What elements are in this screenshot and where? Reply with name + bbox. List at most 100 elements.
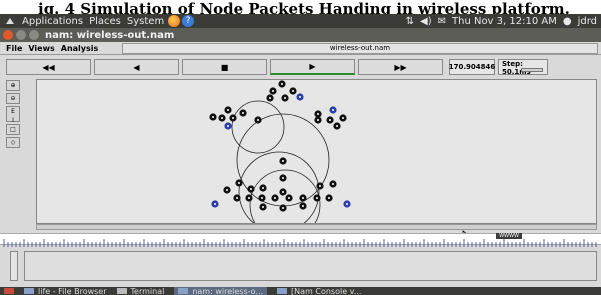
node-center-dot	[302, 197, 304, 199]
volume-icon[interactable]: ◀)	[420, 16, 432, 27]
node-center-dot	[238, 182, 240, 184]
node-center-dot	[226, 189, 228, 191]
node-center-dot	[214, 203, 216, 205]
node-center-dot	[319, 185, 321, 187]
folder-icon	[24, 288, 34, 294]
node-center-dot	[282, 207, 284, 209]
node-center-dot	[274, 197, 276, 199]
node-center-dot	[328, 197, 330, 199]
zoom-in-icon[interactable]: ⊕	[6, 80, 20, 91]
node-center-dot	[212, 116, 214, 118]
fast-forward-button[interactable]: ▶▶	[358, 59, 443, 75]
minimize-window-button[interactable]	[16, 30, 26, 40]
menu-views[interactable]: Views	[28, 44, 54, 53]
node-center-dot	[262, 187, 264, 189]
firefox-icon[interactable]	[168, 15, 181, 27]
node-center-dot	[346, 203, 348, 205]
task-nam-window[interactable]: nam: wireless-o...	[174, 287, 268, 295]
step-slider[interactable]	[521, 68, 543, 72]
node-center-dot	[342, 117, 344, 119]
node-center-dot	[281, 83, 283, 85]
window-title: nam: wireless-out.nam	[45, 29, 175, 41]
node-center-dot	[227, 125, 229, 127]
step-back-button[interactable]: ◀	[94, 59, 179, 75]
menu-file[interactable]: File	[6, 44, 22, 53]
bottom-taskbar: life - File Browser Terminal nam: wirele…	[0, 287, 601, 295]
task-label: life - File Browser	[38, 287, 107, 295]
help-icon[interactable]: ?	[182, 15, 195, 27]
node-center-dot	[292, 90, 294, 92]
monitor-panel	[24, 251, 597, 281]
horizontal-scrollbar[interactable]	[36, 224, 597, 230]
task-label: [Nam Console v...	[291, 287, 362, 295]
node-center-dot	[332, 183, 334, 185]
zoom-out-icon[interactable]: ⊖	[6, 93, 20, 104]
node-center-dot	[262, 206, 264, 208]
close-window-button[interactable]	[3, 30, 13, 40]
network-animation-canvas[interactable]	[36, 79, 597, 224]
gnome-foot-icon[interactable]	[4, 16, 16, 26]
play-button[interactable]: ▶	[270, 59, 355, 75]
edit-icon[interactable]: EI	[6, 106, 20, 124]
playback-controls: ◀◀ ◀ ■ ▶ ▶▶ 170.904846 Step: 50.1ms	[0, 56, 601, 78]
node-center-dot	[336, 125, 338, 127]
time-display: 170.904846	[449, 59, 495, 75]
node-center-dot	[302, 205, 304, 207]
step-control[interactable]: Step: 50.1ms	[498, 59, 548, 76]
task-label: Terminal	[130, 287, 165, 295]
node-center-dot	[221, 117, 223, 119]
node-center-dot	[282, 177, 284, 179]
node-center-dot	[299, 96, 301, 98]
top-panel: Applications Places System ? ⇅ ◀) ✉ Thu …	[0, 14, 601, 28]
node-center-dot	[242, 112, 244, 114]
terminal-icon	[116, 288, 127, 294]
rewind-button[interactable]: ◀◀	[6, 59, 91, 75]
rect-icon[interactable]: □	[6, 124, 20, 135]
node-center-dot	[227, 109, 229, 111]
node-center-dot	[250, 188, 252, 190]
window-titlebar: nam: wireless-out.nam	[0, 28, 601, 42]
task-label: nam: wireless-o...	[192, 287, 264, 295]
node-center-dot	[284, 97, 286, 99]
stop-button[interactable]: ■	[182, 59, 267, 75]
vertical-scrollbar[interactable]	[10, 251, 18, 281]
menu-places[interactable]: Places	[89, 16, 121, 27]
network-topology	[209, 80, 351, 223]
node-center-dot	[317, 119, 319, 121]
menu-system[interactable]: System	[127, 16, 164, 27]
menu-applications[interactable]: Applications	[22, 16, 83, 27]
node-center-dot	[317, 113, 319, 115]
menubar: File Views Analysis wireless-out.nam	[0, 42, 601, 55]
clock[interactable]: Thu Nov 3, 12:10 AM	[452, 16, 557, 27]
diamond-icon[interactable]: ◇	[6, 137, 20, 148]
task-file-browser[interactable]: life - File Browser	[24, 287, 107, 295]
file-name-label: wireless-out.nam	[122, 43, 598, 54]
node-center-dot	[272, 90, 274, 92]
user-icon: ●	[562, 15, 572, 27]
node-center-dot	[332, 109, 334, 111]
time-slider-marker[interactable]: WWWW	[496, 233, 522, 239]
node-center-dot	[261, 197, 263, 199]
node-center-dot	[282, 160, 284, 162]
node-center-dot	[288, 197, 290, 199]
zoom-tools: ⊕ ⊖ EI □ ◇	[6, 80, 20, 150]
task-nam-console[interactable]: [Nam Console v...	[277, 287, 361, 295]
mail-icon[interactable]: ✉	[438, 16, 446, 27]
node-center-dot	[232, 117, 234, 119]
node-center-dot	[329, 119, 331, 121]
show-desktop-icon[interactable]	[4, 288, 14, 294]
node-center-dot	[248, 197, 250, 199]
menu-analysis[interactable]: Analysis	[61, 44, 99, 53]
node-center-dot	[316, 197, 318, 199]
task-terminal[interactable]: Terminal	[116, 287, 165, 295]
monitor-area	[0, 247, 601, 287]
network-icon[interactable]: ⇅	[406, 16, 414, 27]
window-icon	[277, 288, 288, 294]
nam-application: File Views Analysis wireless-out.nam ◀◀ …	[0, 42, 601, 287]
node-center-dot	[282, 191, 284, 193]
node-center-dot	[269, 97, 271, 99]
node-center-dot	[236, 197, 238, 199]
user-name[interactable]: jdrd	[578, 16, 597, 27]
maximize-window-button[interactable]	[29, 30, 39, 40]
window-icon	[178, 288, 189, 294]
